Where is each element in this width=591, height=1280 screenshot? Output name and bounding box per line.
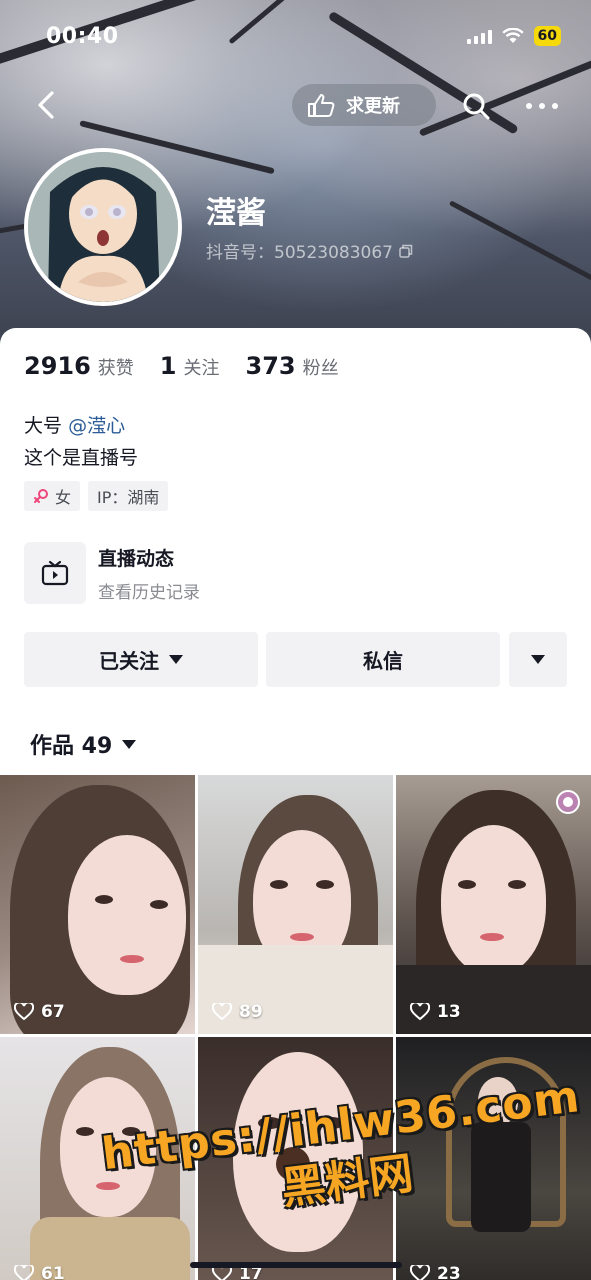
back-button[interactable] (30, 88, 64, 122)
stat-followers[interactable]: 373 粉丝 (246, 352, 339, 380)
caret-down-icon (169, 655, 183, 664)
gender-label: 女 (55, 488, 72, 507)
heart-icon (212, 1003, 232, 1021)
stat-label: 粉丝 (302, 358, 339, 379)
douyin-id-row[interactable]: 抖音号：50523083067 (206, 238, 413, 263)
bio-mention-link[interactable]: @滢心 (68, 415, 125, 437)
stat-likes[interactable]: 2916 获赞 (24, 352, 134, 380)
search-button[interactable] (460, 90, 492, 122)
likes-count: 61 (41, 1264, 65, 1280)
stat-value: 2916 (24, 352, 91, 380)
message-label: 私信 (363, 649, 403, 673)
caret-down-icon (531, 655, 545, 664)
tab-works[interactable]: 作品 49 (30, 728, 137, 760)
following-button[interactable]: 已关注 (24, 632, 258, 687)
ip-location-tag: IP：湖南 (88, 481, 169, 511)
live-activity-button[interactable] (24, 542, 86, 604)
video-likes: 13 (410, 1002, 461, 1022)
bio-prefix: 大号 (24, 415, 63, 437)
more-dot (526, 103, 532, 109)
status-indicators: 60 (466, 26, 561, 46)
profile-stats: 2916 获赞 1 关注 373 粉丝 (24, 352, 365, 380)
copy-icon[interactable] (399, 244, 413, 258)
video-thumbnail[interactable]: 67 (0, 775, 195, 1034)
live-activity-title[interactable]: 直播动态 (98, 544, 174, 571)
profile-tags: 女 IP：湖南 (24, 481, 169, 511)
video-likes: 61 (14, 1264, 65, 1280)
tv-icon (41, 560, 69, 586)
following-label: 已关注 (99, 649, 159, 673)
expand-recommendations-button[interactable] (509, 632, 567, 687)
message-button[interactable]: 私信 (266, 632, 500, 687)
heart-icon (14, 1265, 34, 1280)
effect-badge-icon (556, 790, 580, 814)
stat-value: 1 (159, 352, 177, 380)
heart-icon (410, 1003, 430, 1021)
cellular-signal-icon (466, 28, 492, 44)
video-thumbnail[interactable]: 13 (396, 775, 591, 1034)
stat-label: 获赞 (97, 358, 134, 379)
likes-count: 89 (239, 1002, 263, 1022)
heart-icon (14, 1003, 34, 1021)
more-options-button[interactable] (526, 96, 558, 116)
ip-location-label: IP：湖南 (97, 488, 160, 507)
bio-line-2: 这个是直播号 (24, 447, 139, 469)
caret-down-icon (122, 739, 137, 749)
more-dot (539, 103, 545, 109)
video-likes: 67 (14, 1002, 65, 1022)
bio-line-1: 大号 @滢心 (24, 411, 125, 438)
video-likes: 89 (212, 1002, 263, 1022)
works-tab-label: 作品 49 (30, 734, 113, 759)
request-update-button[interactable]: 求更新 (292, 84, 436, 126)
heart-icon (410, 1265, 430, 1280)
gender-tag: 女 (24, 481, 81, 511)
likes-count: 23 (437, 1264, 461, 1280)
request-update-label: 求更新 (346, 96, 400, 117)
search-icon (463, 93, 490, 120)
video-thumbnail[interactable]: 89 (198, 775, 393, 1034)
avatar[interactable] (24, 148, 182, 306)
wifi-icon (501, 28, 524, 43)
stat-following[interactable]: 1 关注 (160, 352, 220, 380)
likes-count: 67 (41, 1002, 65, 1022)
live-activity-subtitle: 查看历史记录 (98, 583, 200, 603)
female-icon (34, 489, 48, 503)
status-time: 00:40 (46, 24, 119, 49)
home-indicator[interactable] (190, 1262, 402, 1268)
stat-value: 373 (245, 352, 296, 380)
likes-count: 13 (437, 1002, 461, 1022)
battery-icon: 60 (533, 26, 561, 46)
nickname: 滢酱 (206, 196, 266, 231)
more-dot (552, 103, 558, 109)
chevron-left-icon (38, 91, 54, 119)
video-likes: 23 (410, 1264, 461, 1280)
avatar-illustration (28, 152, 178, 302)
hand-point-icon (308, 94, 335, 117)
stat-label: 关注 (183, 358, 220, 379)
douyin-id: 抖音号：50523083067 (206, 243, 393, 263)
